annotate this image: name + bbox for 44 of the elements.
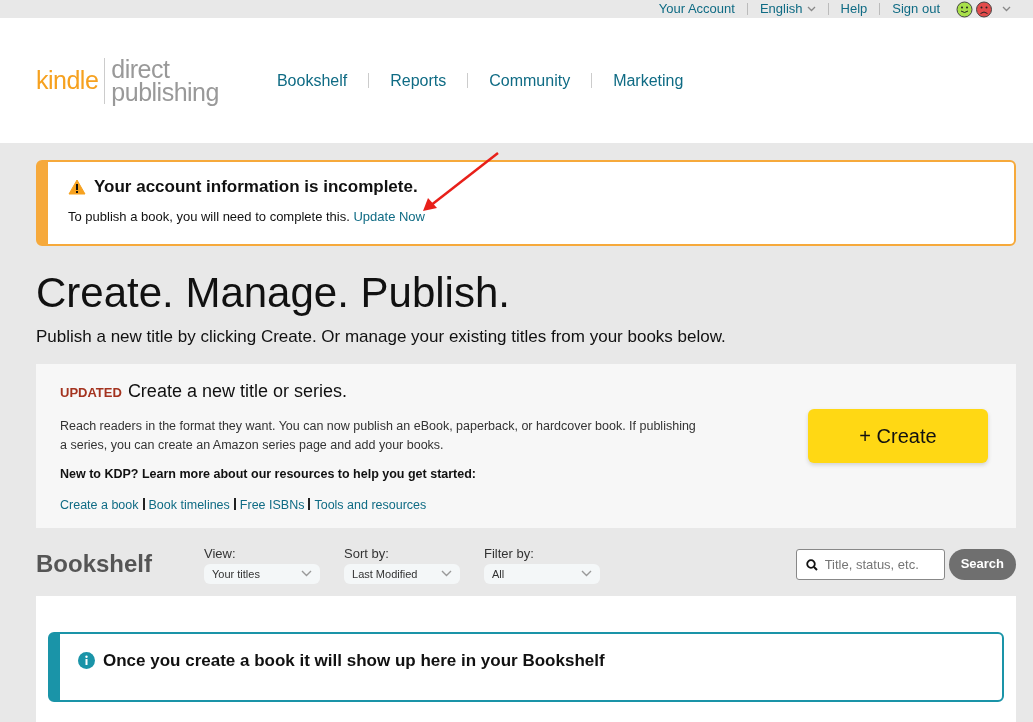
top-link[interactable]: Help bbox=[840, 3, 868, 15]
filter-dropdown[interactable]: Your titles bbox=[204, 563, 320, 584]
top-link[interactable]: Sign out bbox=[892, 3, 940, 15]
search-field[interactable]: Title, status, etc. bbox=[795, 548, 945, 580]
filter-dropdown[interactable]: All bbox=[484, 563, 600, 584]
resources-heading: New to KDP? Learn more about our resources to help you get started: bbox=[60, 465, 478, 483]
top-link[interactable]: Your Account bbox=[658, 3, 735, 15]
bookshelf-title: Bookshelf bbox=[36, 549, 152, 580]
updated-label: UPDATED bbox=[60, 383, 122, 402]
chevron-icon bbox=[301, 570, 312, 578]
logo-text: publishing bbox=[111, 80, 219, 104]
chevron-icon bbox=[806, 6, 816, 12]
filter-label: Filter by: bbox=[484, 545, 535, 564]
create-button[interactable]: + Create bbox=[808, 409, 988, 464]
language-dropdown[interactable]: English bbox=[759, 3, 816, 15]
nav-link[interactable]: Marketing bbox=[613, 68, 684, 93]
chevron-icon bbox=[441, 570, 452, 578]
alert-text: To publish a book, you will need to complete this. bbox=[68, 209, 351, 225]
panel-title: Create a new title or series. bbox=[127, 379, 347, 403]
nav-link[interactable]: Community bbox=[489, 68, 571, 93]
resource-link[interactable]: Book timelines bbox=[148, 497, 230, 512]
resource-link[interactable]: Free ISBNs bbox=[239, 497, 305, 512]
filter-label: View: bbox=[204, 545, 237, 564]
info-icon bbox=[78, 651, 95, 669]
logo-text: kindle bbox=[36, 64, 99, 96]
warning-icon bbox=[68, 179, 86, 196]
info-text: Once you create a book it will show up here in your Bookshelf bbox=[103, 649, 605, 672]
chevron-icon bbox=[581, 570, 592, 578]
search-button[interactable]: Search bbox=[948, 548, 1016, 580]
panel-description: Reach readers in the format they want. You can now publish an eBook, paperback, or hardcover book. If publishing a series, you can create an Amazon series page and add your books. bbox=[60, 417, 697, 454]
page-heading: Create. Manage. Publish. bbox=[36, 267, 511, 318]
feedback-faces-icon[interactable] bbox=[956, 0, 994, 18]
chevron-icon[interactable] bbox=[1002, 6, 1011, 12]
update-now-link[interactable]: Update Now bbox=[353, 209, 425, 225]
filter-dropdown[interactable]: Last Modified bbox=[344, 563, 460, 584]
alert-title: Your account information is incomplete. bbox=[94, 177, 418, 198]
filter-label: Sort by: bbox=[344, 545, 390, 564]
resource-link[interactable]: Tools and resources bbox=[314, 497, 427, 512]
nav-link[interactable]: Bookshelf bbox=[276, 68, 348, 93]
page-subheading: Publish a new title by clicking Create. Or manage your existing titles from your books below. bbox=[36, 326, 727, 349]
search-icon bbox=[805, 558, 818, 571]
resource-link[interactable]: Create a book bbox=[60, 497, 139, 512]
logo-text: direct bbox=[111, 57, 170, 81]
nav-link[interactable]: Reports bbox=[390, 68, 447, 93]
